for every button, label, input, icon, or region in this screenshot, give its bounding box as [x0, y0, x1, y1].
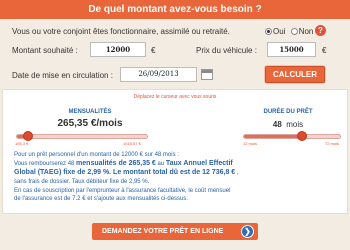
summary-line-5: En cas de souscription par l'emprunteur … — [14, 188, 231, 194]
duration-title: DURÉE DU PRÊT — [263, 109, 313, 115]
amount-label: Montant souhaité : — [12, 46, 78, 55]
summary-line-1: Pour un prêt personnel d'un montant de 1… — [14, 152, 179, 158]
radio-oui-label[interactable]: Oui — [273, 27, 285, 36]
duration-unit: mois — [286, 120, 304, 129]
duration-slider[interactable] — [243, 131, 341, 141]
vehicle-price-unit: € — [322, 46, 327, 55]
summary-line-3: Global (TAEG) fixe de 2,99 %. Le montant… — [14, 169, 342, 177]
monthly-slider[interactable] — [16, 131, 148, 141]
monthly-value: 265,35 €/mois — [57, 118, 123, 129]
summary-text: , — [235, 170, 239, 176]
question-text: Vous ou votre conjoint êtes fonctionnair… — [12, 27, 230, 36]
radio-non-label[interactable]: Non — [299, 27, 314, 36]
arrow-right-icon: ❯ — [241, 225, 254, 238]
summary-taeg-label: Taux Annuel Effectif — [165, 160, 233, 167]
duration-max: 72 mois — [325, 141, 340, 146]
monthly-max: 1015,57 € — [123, 141, 141, 146]
fonctionnaire-question: Vous ou votre conjoint êtes fonctionnair… — [12, 27, 230, 36]
calendar-icon[interactable] — [201, 69, 213, 80]
summary-line-4: sans frais de dossier. Taux débiteur fix… — [14, 179, 150, 185]
duration-number: 48 — [272, 120, 282, 129]
summary-line-2: Vous rembourserez 48 mensualités de 265,… — [14, 160, 342, 168]
summary-monthly-amount: mensualités de 265,35 € — [76, 160, 156, 167]
summary-line-6: de l'assurance est de 7.2 € et s'ajoute … — [14, 196, 189, 202]
fonctionnaire-options: Oui Non — [265, 27, 313, 36]
vehicle-price-label: Prix du véhicule : — [196, 46, 257, 55]
help-icon[interactable]: ? — [315, 25, 326, 36]
vehicle-price-input[interactable]: 15000 — [267, 42, 316, 57]
date-label: Date de mise en circulation : — [12, 71, 113, 80]
duration-slider-fill — [244, 135, 302, 138]
duration-value: 48 mois — [238, 120, 338, 129]
radio-non[interactable] — [290, 28, 298, 35]
monthly-slider-thumb[interactable] — [23, 131, 34, 141]
radio-oui[interactable] — [265, 28, 272, 35]
date-input[interactable]: 26/09/2013 — [120, 67, 197, 82]
summary-total-amount: Global (TAEG) fixe de 2,99 %. Le montant… — [14, 169, 236, 176]
monthly-title: MENSUALITÉS — [68, 109, 112, 115]
apply-online-label: DEMANDEZ VOTRE PRÊT EN LIGNE — [102, 228, 224, 235]
page-header: De quel montant avez-vous besoin ? — [0, 0, 350, 19]
apply-online-button[interactable]: DEMANDEZ VOTRE PRÊT EN LIGNE ❯ — [92, 223, 258, 240]
summary-text: au — [155, 161, 166, 167]
monthly-min: 195,3 € — [15, 141, 29, 146]
amount-input[interactable]: 12000 — [90, 42, 146, 57]
duration-slider-thumb[interactable] — [296, 131, 307, 141]
calculate-button[interactable]: CALCULER — [265, 66, 325, 83]
duration-min: 12 mois — [243, 141, 258, 146]
amount-unit: € — [151, 46, 156, 55]
slider-hint: Déplacez le curseur avec vous souris — [133, 94, 217, 100]
summary-text: Vous rembourserez 48 — [14, 161, 77, 167]
